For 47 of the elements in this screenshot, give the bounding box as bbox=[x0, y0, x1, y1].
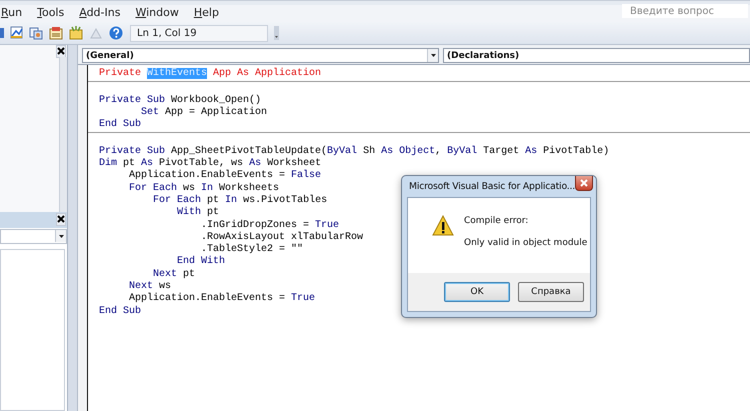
code-line: For Each ws In Worksheets bbox=[128, 182, 280, 194]
code-line: Private Sub App_SheetPivotTableUpdate(ByVal Sh As Object, ByVal Target As PivotTable) bbox=[98, 146, 610, 158]
code-line: End Sub bbox=[98, 119, 142, 132]
help-search-field[interactable]: Введите вопрос bbox=[622, 4, 748, 18]
code-line: Next ws bbox=[128, 281, 172, 292]
menu-item[interactable]: Run bbox=[0, 6, 24, 19]
code-line: With pt bbox=[176, 207, 220, 220]
design-mode-icon[interactable] bbox=[10, 26, 23, 40]
code-line: Private Sub Workbook_Open() bbox=[98, 94, 262, 106]
code-line: .TableStyle2 = "" bbox=[200, 244, 304, 256]
code-line: Private WithEvents App As Application bbox=[98, 68, 322, 80]
cursor-position: Ln 1, Col 19 bbox=[130, 24, 268, 42]
code-line: Application.EnableEvents = True bbox=[128, 293, 316, 306]
code-line: Dim pt As PivotTable, ws As Worksheet bbox=[98, 158, 322, 170]
code-line: .RowAxisLayout xlTabularRow bbox=[200, 232, 364, 244]
object-browser-icon[interactable] bbox=[69, 26, 83, 40]
code-line: Application.EnableEvents = False bbox=[128, 170, 322, 182]
dropdown-arrow-icon bbox=[58, 234, 64, 238]
close-icon bbox=[580, 179, 588, 187]
error-heading: Compile error: bbox=[464, 216, 530, 226]
menu-item[interactable]: Help bbox=[192, 6, 220, 19]
error-message: Only valid in object module bbox=[464, 238, 588, 248]
close-icon bbox=[57, 46, 65, 54]
help-icon[interactable] bbox=[109, 26, 123, 40]
object-combo[interactable]: (General) bbox=[82, 48, 439, 63]
help-button[interactable]: Справка bbox=[518, 282, 584, 302]
menu-item[interactable]: Tools bbox=[36, 6, 66, 19]
toolbar-grip-icon bbox=[274, 26, 279, 40]
ok-button[interactable]: OK bbox=[444, 282, 510, 302]
menu-item[interactable]: Add-Ins bbox=[78, 6, 122, 19]
project-explorer-icon[interactable] bbox=[29, 26, 43, 40]
square-icon[interactable] bbox=[0, 26, 4, 40]
menu-item[interactable]: Window bbox=[134, 6, 180, 19]
dialog-title: Microsoft Visual Basic for Applicatio... bbox=[409, 181, 576, 192]
code-line: End Sub bbox=[98, 306, 142, 318]
close-icon bbox=[57, 215, 65, 223]
code-line: For Each pt In ws.PivotTables bbox=[152, 194, 328, 206]
code-line: .InGridDropZones = True bbox=[200, 220, 340, 232]
warning-icon bbox=[432, 215, 454, 236]
dropdown-arrow-icon bbox=[430, 54, 436, 57]
procedure-combo[interactable]: (Declarations) bbox=[443, 48, 750, 63]
code-line: Next pt bbox=[152, 268, 196, 282]
close-button[interactable] bbox=[575, 176, 593, 191]
scrollbar[interactable] bbox=[59, 57, 67, 212]
properties-window-icon[interactable] bbox=[49, 26, 63, 40]
code-line: End With bbox=[176, 256, 226, 269]
code-line: Set App = Application bbox=[140, 106, 268, 120]
